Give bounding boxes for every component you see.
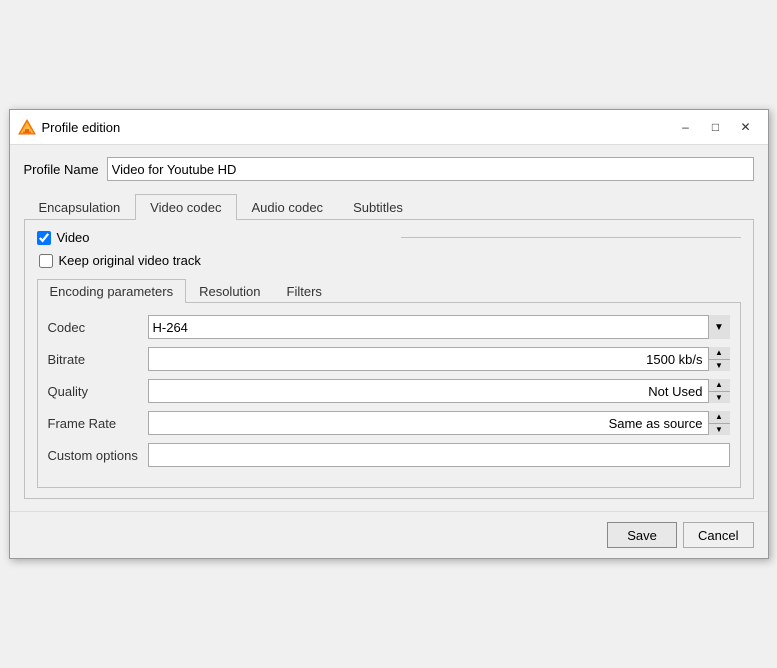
tab-video-codec[interactable]: Video codec — [135, 194, 236, 220]
bitrate-input[interactable] — [148, 347, 730, 371]
bitrate-label: Bitrate — [48, 352, 148, 367]
tab-audio-codec[interactable]: Audio codec — [237, 194, 339, 220]
profile-name-input[interactable] — [107, 157, 754, 181]
codec-select-wrapper: H-264 H-265 MPEG-4 MPEG-2 VP8 VP9 ▼ — [148, 315, 730, 339]
vlc-icon — [18, 118, 36, 136]
framerate-row: Frame Rate ▲ ▼ — [48, 411, 730, 435]
tab-resolution[interactable]: Resolution — [186, 279, 273, 303]
bitrate-row: Bitrate ▲ ▼ — [48, 347, 730, 371]
quality-spin-down[interactable]: ▼ — [709, 392, 730, 404]
video-section-label: Video — [57, 230, 397, 245]
quality-row: Quality ▲ ▼ — [48, 379, 730, 403]
dialog-body: Profile Name Encapsulation Video codec A… — [10, 145, 768, 511]
tab-subtitles[interactable]: Subtitles — [338, 194, 418, 220]
framerate-spin-up[interactable]: ▲ — [709, 411, 730, 424]
tab-encapsulation[interactable]: Encapsulation — [24, 194, 136, 220]
minimize-button[interactable]: – — [672, 116, 700, 138]
quality-spinbox: ▲ ▼ — [148, 379, 730, 403]
codec-row: Codec H-264 H-265 MPEG-4 MPEG-2 VP8 VP9 … — [48, 315, 730, 339]
video-section-checkbox[interactable] — [37, 231, 51, 245]
quality-label: Quality — [48, 384, 148, 399]
video-section-header: Video — [37, 230, 741, 245]
cancel-button[interactable]: Cancel — [683, 522, 753, 548]
maximize-button[interactable]: □ — [702, 116, 730, 138]
profile-name-label: Profile Name — [24, 162, 99, 177]
title-bar: Profile edition – □ ✕ — [10, 110, 768, 145]
bitrate-spin-down[interactable]: ▼ — [709, 360, 730, 372]
framerate-spinbox: ▲ ▼ — [148, 411, 730, 435]
codec-label: Codec — [48, 320, 148, 335]
main-tabs: Encapsulation Video codec Audio codec Su… — [24, 193, 754, 220]
profile-edition-dialog: Profile edition – □ ✕ Profile Name Encap… — [9, 109, 769, 559]
encoding-parameters-content: Codec H-264 H-265 MPEG-4 MPEG-2 VP8 VP9 … — [37, 303, 741, 488]
tab-encoding-parameters[interactable]: Encoding parameters — [37, 279, 187, 303]
framerate-label: Frame Rate — [48, 416, 148, 431]
quality-spin-up[interactable]: ▲ — [709, 379, 730, 392]
save-button[interactable]: Save — [607, 522, 677, 548]
bitrate-spin-up[interactable]: ▲ — [709, 347, 730, 360]
keep-original-row: Keep original video track — [39, 253, 741, 268]
framerate-spin-buttons: ▲ ▼ — [708, 411, 730, 435]
section-divider — [401, 237, 741, 238]
dialog-footer: Save Cancel — [10, 511, 768, 558]
tab-content-video-codec: Video Keep original video track Encoding… — [24, 220, 754, 499]
quality-spin-buttons: ▲ ▼ — [708, 379, 730, 403]
bitrate-spinbox: ▲ ▼ — [148, 347, 730, 371]
bitrate-spin-buttons: ▲ ▼ — [708, 347, 730, 371]
custom-options-wrapper — [148, 443, 730, 467]
custom-options-label: Custom options — [48, 448, 148, 463]
keep-original-checkbox[interactable] — [39, 254, 53, 268]
dialog-title: Profile edition — [42, 120, 672, 135]
profile-name-row: Profile Name — [24, 157, 754, 181]
close-button[interactable]: ✕ — [732, 116, 760, 138]
codec-select[interactable]: H-264 H-265 MPEG-4 MPEG-2 VP8 VP9 — [148, 315, 730, 339]
tab-filters[interactable]: Filters — [274, 279, 335, 303]
window-controls: – □ ✕ — [672, 116, 760, 138]
custom-options-row: Custom options — [48, 443, 730, 467]
quality-input[interactable] — [148, 379, 730, 403]
inner-tabs: Encoding parameters Resolution Filters — [37, 278, 741, 303]
framerate-spin-down[interactable]: ▼ — [709, 424, 730, 436]
keep-original-label: Keep original video track — [59, 253, 201, 268]
framerate-input[interactable] — [148, 411, 730, 435]
custom-options-input[interactable] — [148, 443, 730, 467]
